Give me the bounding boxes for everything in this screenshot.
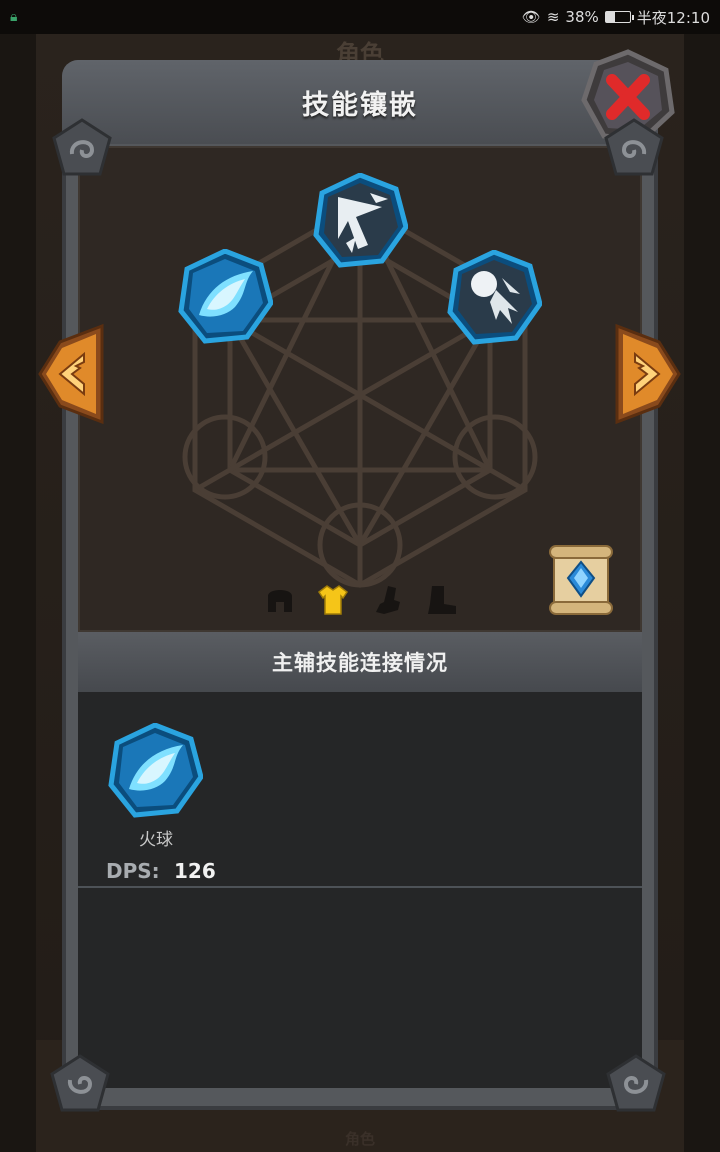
status-right: 👁︎ ≋ 38% 半夜12:10 <box>522 7 710 28</box>
equip-tab-boots[interactable] <box>424 582 460 618</box>
corner-ornament-icon <box>52 118 112 176</box>
corner-ornament-icon <box>50 1054 110 1112</box>
dps-value: 126 <box>174 859 216 883</box>
connection-title: 主辅技能连接情况 <box>272 651 448 675</box>
dps-label: DPS: <box>106 859 160 883</box>
equip-tab-gloves[interactable] <box>370 582 406 618</box>
battery-percent: 38% <box>565 8 599 26</box>
battery-icon <box>604 11 634 23</box>
socket-right-comet[interactable] <box>446 250 542 346</box>
equip-tab-helmet[interactable] <box>262 582 298 618</box>
skill-name: 火球 <box>139 830 173 850</box>
connection-header: 主辅技能连接情况 <box>78 632 642 692</box>
corner-ornament-icon <box>606 1054 666 1112</box>
status-bar: 🔒︎ 👁︎ ≋ 38% 半夜12:10 <box>0 0 720 34</box>
panel-header: 技能镶嵌 <box>62 60 658 144</box>
gloves-icon <box>376 586 400 614</box>
helmet-icon <box>268 590 292 612</box>
panel-title: 技能镶嵌 <box>302 89 418 121</box>
equip-tab-armor[interactable] <box>315 582 351 618</box>
next-arrow-button[interactable] <box>615 322 683 426</box>
wifi-icon: ≋ <box>546 8 560 26</box>
background-tab-label[interactable]: 角色 <box>330 1128 390 1149</box>
socket-left-fireball[interactable] <box>177 249 273 345</box>
boots-icon <box>428 586 456 614</box>
corner-ornament-icon <box>604 118 664 176</box>
armor-icon <box>317 585 349 615</box>
scroll-button[interactable] <box>546 540 616 620</box>
scroll-icon <box>549 545 613 615</box>
prev-arrow-button[interactable] <box>36 322 104 426</box>
connected-skill-fireball[interactable] <box>107 723 203 819</box>
clock: 半夜12:10 <box>636 8 710 27</box>
eye-icon: 👁︎ <box>521 8 541 26</box>
row-divider <box>78 886 642 888</box>
lock-icon: 🔒︎ <box>10 9 18 25</box>
socket-top-arrow-burst[interactable] <box>312 173 408 269</box>
